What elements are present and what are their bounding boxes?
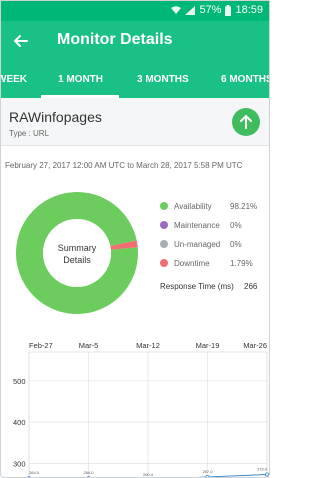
page-title: Monitor Details — [57, 31, 173, 48]
back-arrow-icon[interactable] — [11, 31, 31, 51]
summary-donut-chart[interactable]: Summary Details — [15, 191, 139, 315]
unmanaged-dot-icon — [160, 240, 168, 248]
response-time-label: Response Time (ms) — [160, 282, 234, 291]
status-bar: 57% 18:59 — [1, 1, 269, 21]
tab-3-months[interactable]: 3 MONTHS — [137, 74, 189, 85]
y-tick-label: 400 — [13, 418, 26, 427]
y-tick-label: 500 — [13, 377, 26, 386]
response-time-value: 266 — [244, 282, 258, 291]
data-label: 260.4 — [143, 472, 154, 477]
clock: 18:59 — [235, 4, 263, 16]
monitor-status-button[interactable] — [232, 108, 260, 136]
y-tick-label: 300 — [13, 459, 26, 468]
battery-icon — [225, 4, 232, 16]
monitor-header: RAWinfopages Type : URL — [1, 98, 269, 146]
x-tick-label: Feb-27 — [29, 341, 53, 350]
period-tabs: WEEK 1 MONTH 3 MONTHS 6 MONTHS — [1, 61, 269, 98]
data-point — [264, 472, 269, 477]
tab-week[interactable]: WEEK — [1, 74, 27, 85]
tab-1-month[interactable]: 1 MONTH — [58, 74, 103, 85]
maintenance-dot-icon — [160, 221, 168, 229]
response-time-chart[interactable]: Feb-27 Mar-5 Mar-12 Mar-19 Mar-26 300 400 500 26… — [1, 337, 270, 478]
battery-percent: 57% — [199, 4, 222, 16]
data-label: 264.0 — [29, 470, 40, 475]
arrow-up-icon — [240, 114, 252, 129]
data-label: 267.0 — [202, 469, 213, 474]
downtime-dot-icon — [160, 259, 168, 267]
x-tick-label: Mar-26 — [243, 341, 267, 350]
donut-center-label-1: Summary — [58, 243, 97, 253]
wifi-icon — [171, 5, 182, 14]
monitor-name: RAWinfopages — [9, 109, 102, 125]
x-tick-label: Mar-19 — [196, 341, 220, 350]
availability-dot-icon — [160, 202, 168, 210]
app-screen: 57% 18:59 Monitor Details WEEK 1 MONTH 3… — [0, 0, 270, 478]
data-label: 273.0 — [257, 466, 268, 471]
x-tick-label: Mar-12 — [136, 341, 160, 350]
x-tick-label: Mar-5 — [79, 341, 99, 350]
tab-6-months[interactable]: 6 MONTHS — [221, 74, 269, 85]
donut-hole — [43, 219, 111, 287]
data-label: 264.0 — [83, 470, 94, 475]
donut-center-label-2: Details — [63, 255, 91, 265]
response-time: Response Time (ms) 266 — [160, 282, 257, 291]
date-range: February 27, 2017 12:00 AM UTC to March … — [5, 161, 243, 170]
monitor-type: Type : URL — [9, 129, 50, 138]
signal-icon — [185, 5, 196, 15]
app-bar: Monitor Details — [1, 21, 269, 61]
